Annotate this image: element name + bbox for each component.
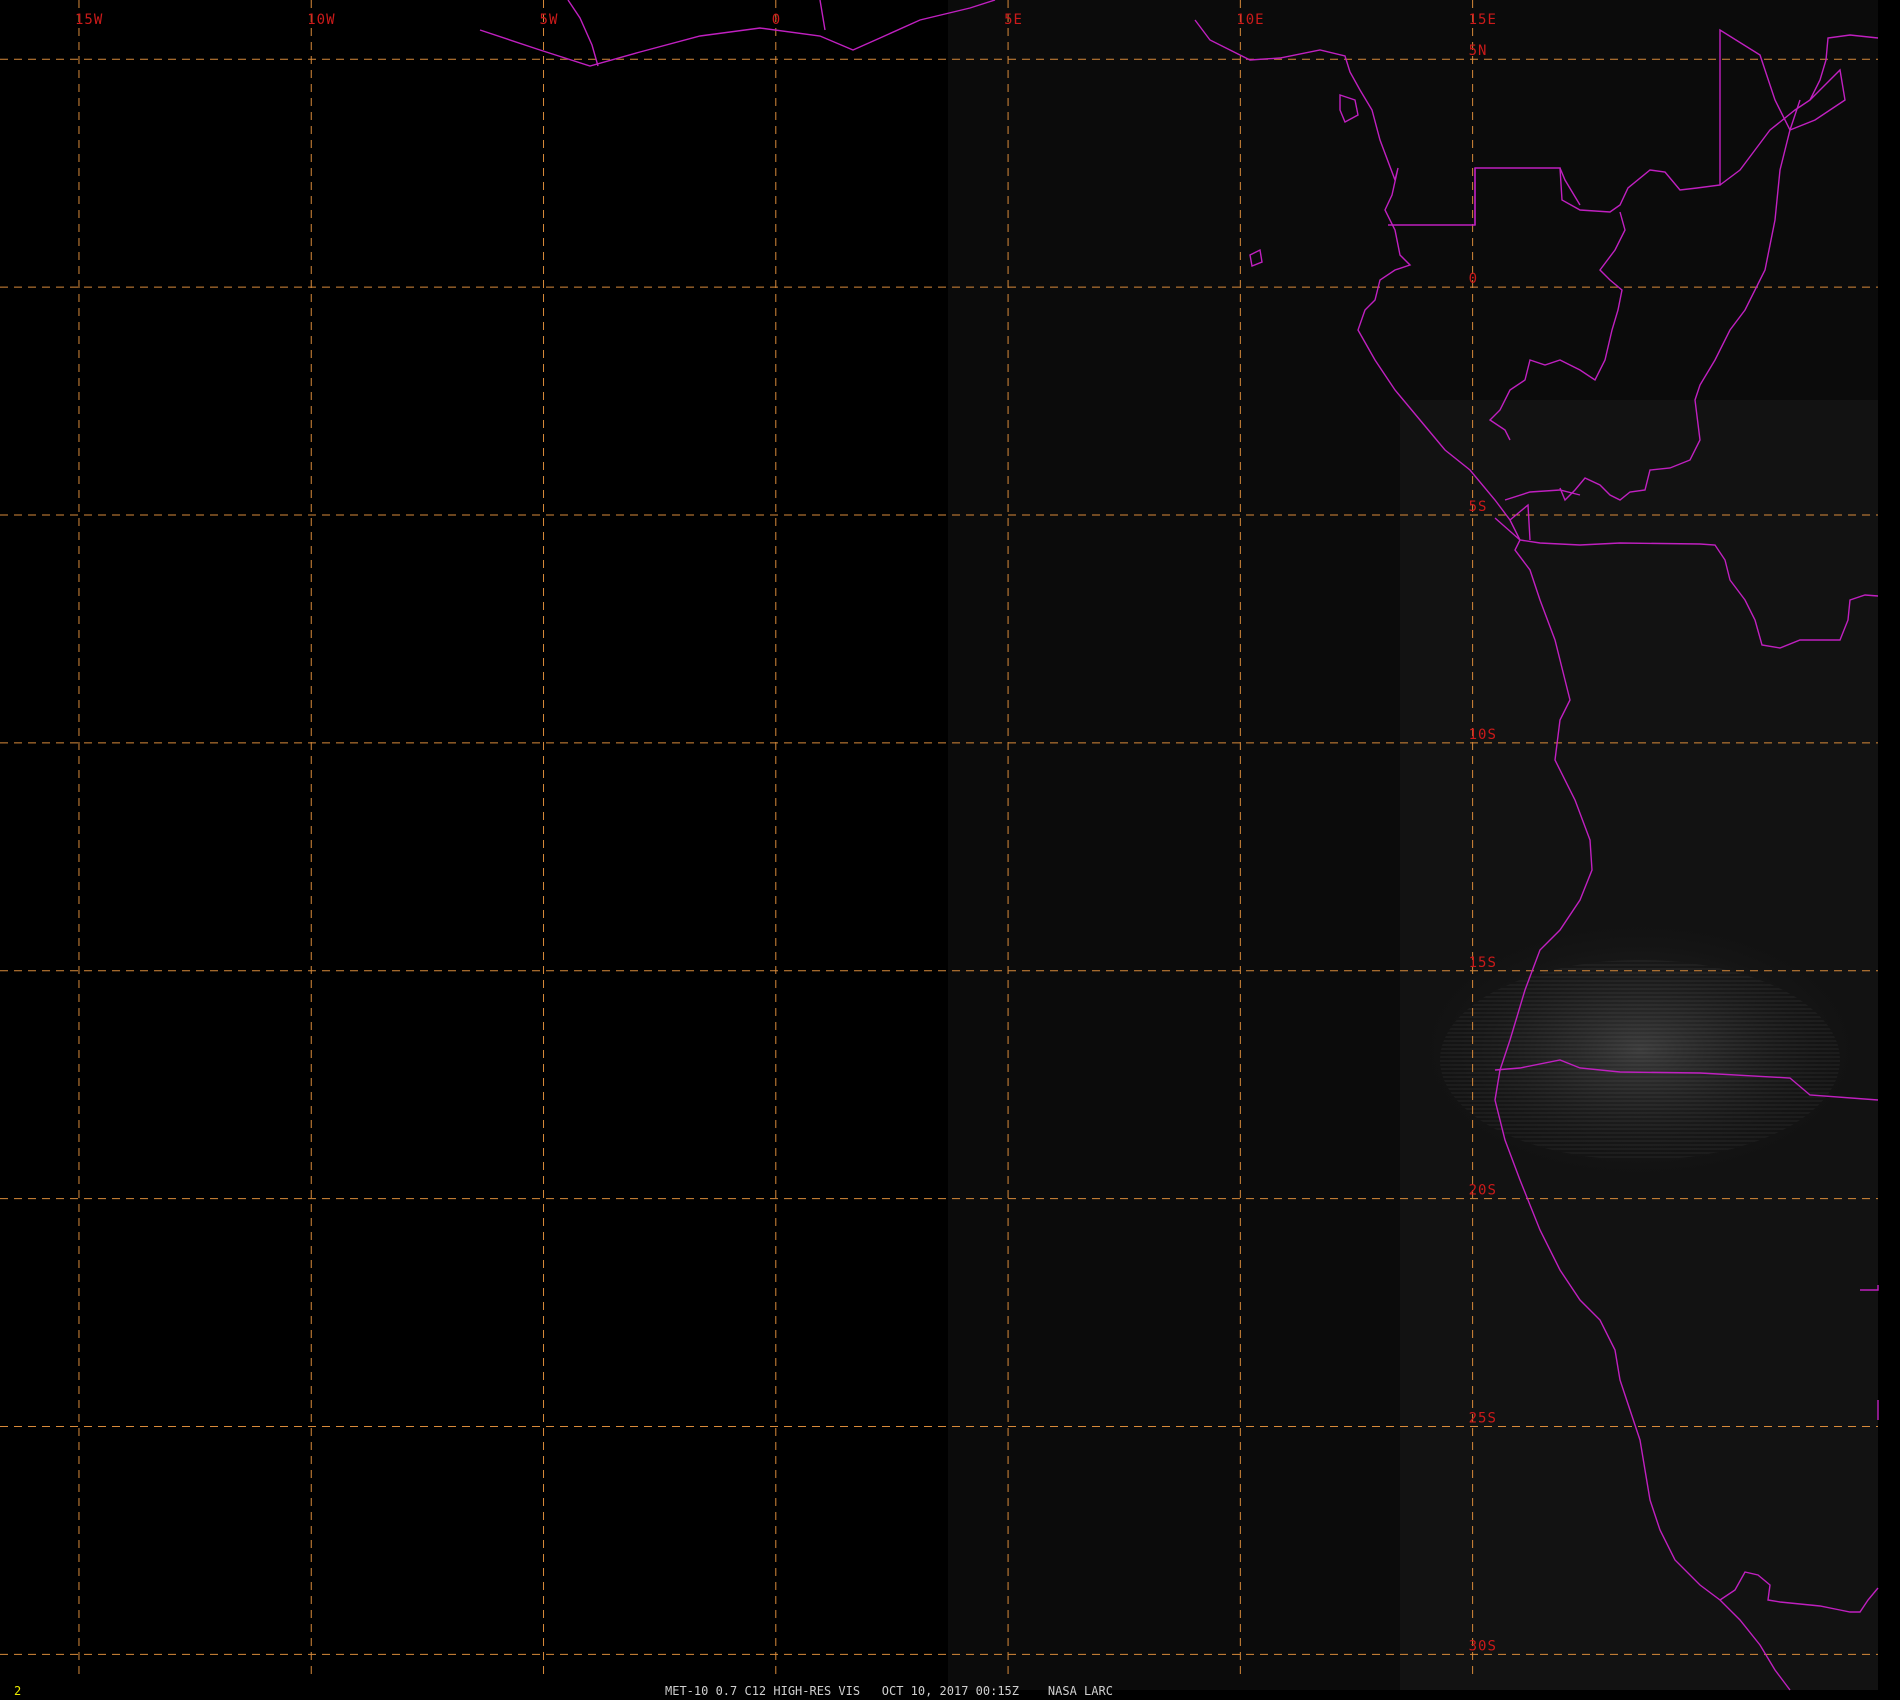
parallel-label: 5N xyxy=(1469,43,1488,59)
meridian-label: 10E xyxy=(1236,12,1264,28)
meridian-label: 15E xyxy=(1469,12,1497,28)
meridian-label: 0 xyxy=(772,12,781,28)
parallel-label: 30S xyxy=(1469,1638,1497,1654)
image-caption: MET-10 0.7 C12 HIGH-RES VIS OCT 10, 2017… xyxy=(665,1684,1113,1698)
meridian-label: 5W xyxy=(540,12,559,28)
meridian-label: 5E xyxy=(1004,12,1023,28)
meridian-label: 10W xyxy=(307,12,335,28)
frame-number: 2 xyxy=(14,1684,22,1698)
meridian-label: 15W xyxy=(75,12,103,28)
parallel-label: 10S xyxy=(1469,727,1497,743)
parallel-label: 25S xyxy=(1469,1411,1497,1427)
parallel-label: 15S xyxy=(1469,955,1497,971)
sunglint-stripes xyxy=(1440,960,1840,1160)
parallel-label: 0 xyxy=(1469,271,1478,287)
satellite-map: 15W 10W 5W 0 5E 10E 15E 5N 0 5S 10S 15S 20S 25S 30S xyxy=(0,0,1900,1700)
status-bar: 2 MET-10 0.7 C12 HIGH-RES VIS OCT 10, 20… xyxy=(0,1683,1900,1700)
parallel-label: 5S xyxy=(1469,499,1488,515)
parallel-label: 20S xyxy=(1469,1183,1497,1199)
